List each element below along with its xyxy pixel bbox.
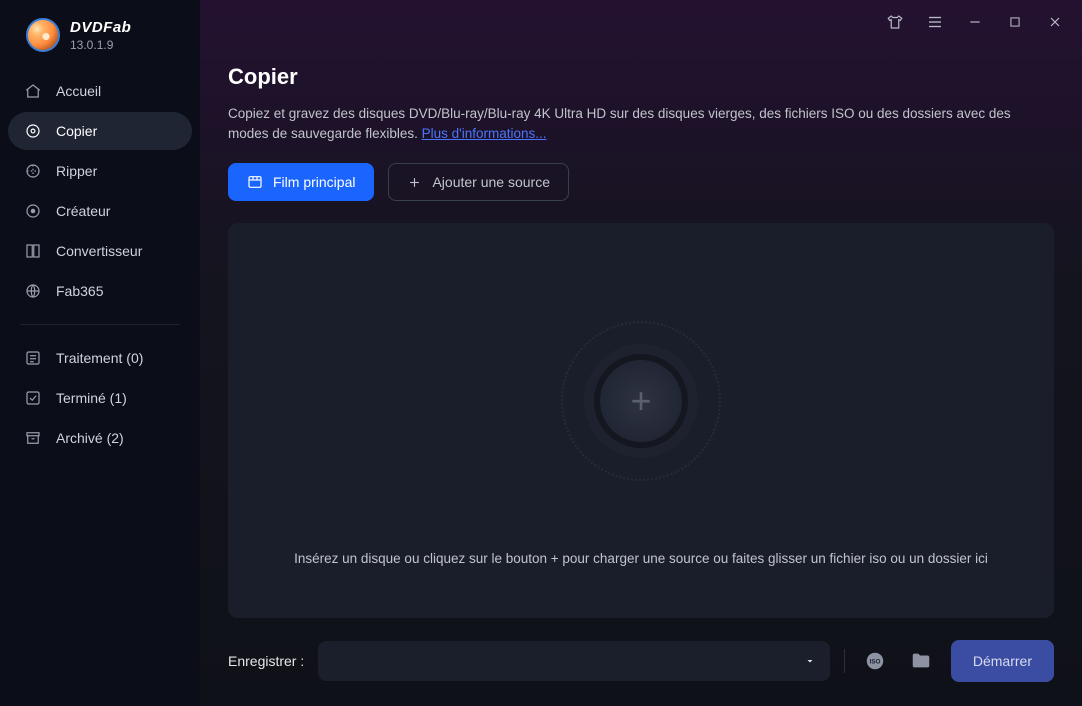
sidebar-item-label: Terminé (1) (56, 390, 127, 406)
add-source-label: Ajouter une source (432, 174, 550, 190)
convert-icon (24, 242, 42, 260)
disc-icon (24, 122, 42, 140)
sidebar-item-traitement[interactable]: Traitement (0) (8, 339, 192, 377)
sidebar-item-label: Fab365 (56, 283, 103, 299)
sidebar-item-archive[interactable]: Archivé (2) (8, 419, 192, 457)
footer: Enregistrer : ISO Démarrer (200, 618, 1082, 706)
sidebar-item-termine[interactable]: Terminé (1) (8, 379, 192, 417)
sidebar-item-copier[interactable]: Copier (8, 112, 192, 150)
rip-icon (24, 162, 42, 180)
check-icon (24, 389, 42, 407)
sidebar-item-label: Convertisseur (56, 243, 142, 259)
globe-icon (24, 282, 42, 300)
home-icon (24, 82, 42, 100)
footer-divider (844, 649, 845, 673)
sidebar-item-label: Traitement (0) (56, 350, 143, 366)
sidebar-item-ripper[interactable]: Ripper (8, 152, 192, 190)
sidebar-item-accueil[interactable]: Accueil (8, 72, 192, 110)
content: Copier Copiez et gravez des disques DVD/… (200, 44, 1082, 618)
sidebar-tasks: Traitement (0) Terminé (1) Archivé (2) (8, 339, 192, 457)
app-name: DVDFab (70, 19, 131, 36)
page-description: Copiez et gravez des disques DVD/Blu-ray… (228, 104, 1054, 143)
sidebar-item-createur[interactable]: Créateur (8, 192, 192, 230)
main-area: Copier Copiez et gravez des disques DVD/… (200, 0, 1082, 706)
app-logo (26, 18, 60, 52)
sidebar-item-label: Copier (56, 123, 97, 139)
action-row: Film principal Ajouter une source (228, 163, 1054, 201)
app-version: 13.0.1.9 (70, 38, 131, 52)
sidebar: DVDFab 13.0.1.9 Accueil Copier Ripper Créat… (0, 0, 200, 706)
iso-button[interactable]: ISO (859, 645, 891, 677)
maximize-button[interactable] (1004, 11, 1026, 33)
sidebar-item-label: Accueil (56, 83, 101, 99)
main-movie-label: Film principal (273, 174, 355, 190)
sidebar-item-convertisseur[interactable]: Convertisseur (8, 232, 192, 270)
dropzone[interactable]: + Insérez un disque ou cliquez sur le bo… (228, 223, 1054, 618)
brand: DVDFab 13.0.1.9 (8, 18, 192, 72)
save-destination-select[interactable] (318, 641, 830, 681)
sidebar-item-fab365[interactable]: Fab365 (8, 272, 192, 310)
start-button[interactable]: Démarrer (951, 640, 1054, 682)
shirt-icon[interactable] (884, 11, 906, 33)
page-title: Copier (228, 64, 1054, 90)
chevron-down-icon (804, 655, 816, 667)
more-info-link[interactable]: Plus d'informations... (422, 126, 547, 141)
archive-icon (24, 429, 42, 447)
sidebar-item-label: Créateur (56, 203, 110, 219)
title-bar (200, 0, 1082, 44)
minimize-button[interactable] (964, 11, 986, 33)
sidebar-divider (20, 324, 180, 325)
movie-mode-icon (247, 174, 263, 190)
drop-add-button[interactable]: + (594, 354, 688, 448)
svg-text:ISO: ISO (869, 658, 880, 665)
start-label: Démarrer (973, 653, 1032, 669)
menu-icon[interactable] (924, 11, 946, 33)
sidebar-nav: Accueil Copier Ripper Créateur Convertisseur… (8, 72, 192, 310)
sidebar-item-label: Ripper (56, 163, 97, 179)
sidebar-item-label: Archivé (2) (56, 430, 124, 446)
close-button[interactable] (1044, 11, 1066, 33)
plus-large-icon: + (630, 380, 651, 422)
creator-icon (24, 202, 42, 220)
drop-ring: + (561, 321, 721, 481)
main-movie-button[interactable]: Film principal (228, 163, 374, 201)
list-icon (24, 349, 42, 367)
folder-button[interactable] (905, 645, 937, 677)
add-source-button[interactable]: Ajouter une source (388, 163, 569, 201)
save-label: Enregistrer : (228, 653, 304, 669)
plus-icon (407, 175, 422, 190)
drop-hint: Insérez un disque ou cliquez sur le bout… (228, 551, 1054, 566)
